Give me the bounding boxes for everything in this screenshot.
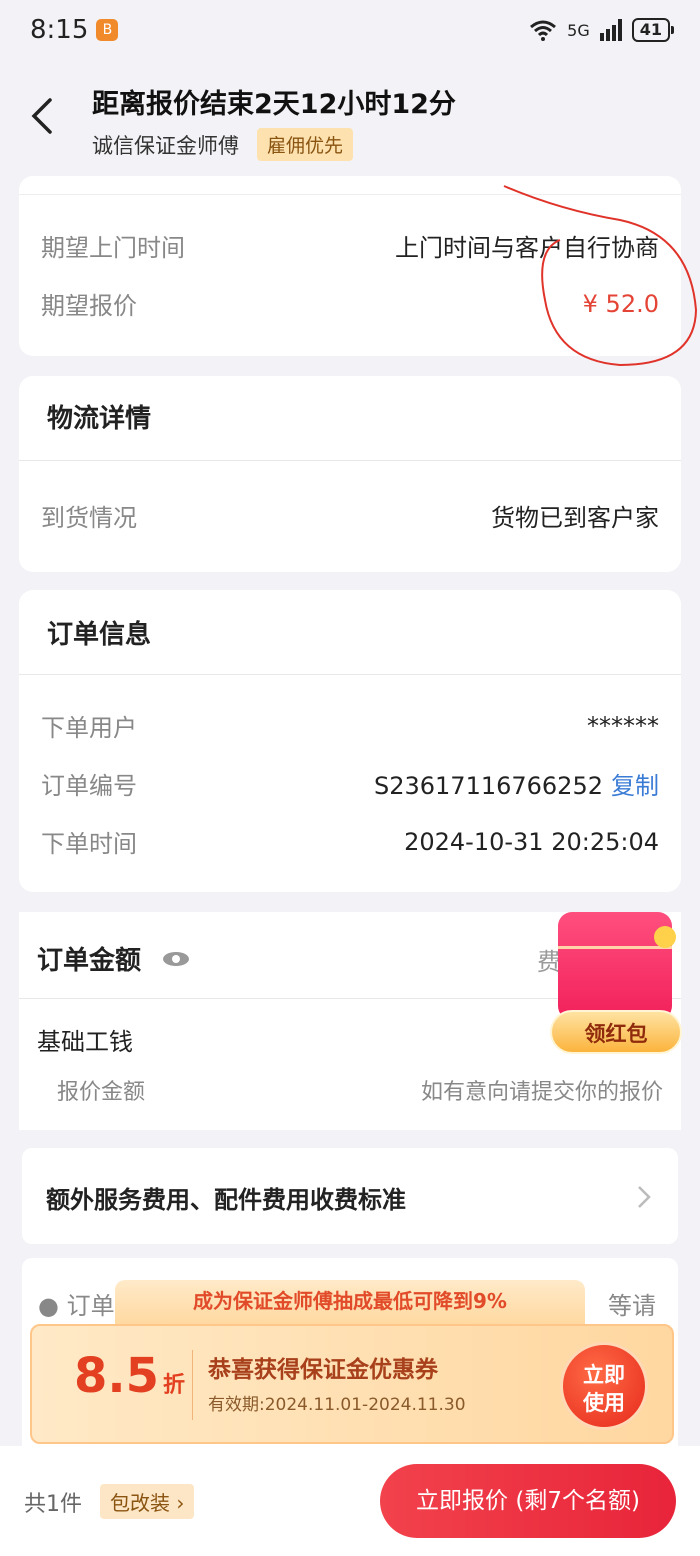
coupon-discount: 8.5 折 <box>74 1348 185 1404</box>
coupon-discount-unit: 折 <box>163 1373 186 1398</box>
order-time-label: 下单时间 <box>41 830 137 858</box>
coupon-title: 恭喜获得保证金优惠券 <box>208 1357 438 1383</box>
expected-price-label: 期望报价 <box>41 292 137 320</box>
copy-button[interactable]: 复制 <box>611 772 659 800</box>
network-type: 5G <box>567 20 590 40</box>
order-number-label: 订单编号 <box>41 772 137 800</box>
red-packet-label: 领红包 <box>550 1010 682 1054</box>
status-time: 8:15 <box>30 15 89 45</box>
arrival-value: 货物已到客户家 <box>491 504 659 532</box>
eye-icon[interactable] <box>161 949 191 969</box>
expected-price-row: 期望报价 ¥ 52.0 <box>41 286 659 321</box>
item-count: 共1件 <box>24 1492 82 1517</box>
expected-time-label: 期望上门时间 <box>41 234 185 262</box>
arrival-label: 到货情况 <box>41 504 137 532</box>
red-packet-widget[interactable]: 领红包 <box>550 912 682 1058</box>
note-text-right: 等请 <box>608 1292 656 1320</box>
page-title: 距离报价结束2天12小时12分 <box>92 89 456 120</box>
order-amount-title: 订单金额 <box>37 946 142 976</box>
package-tag[interactable]: 包改装 › <box>100 1484 195 1519</box>
header-subtitle-row: 诚信保证金师傅 雇佣优先 <box>92 128 354 161</box>
order-time-value: 2024-10-31 20:25:04 <box>404 827 659 856</box>
arrival-row: 到货情况 货物已到客户家 <box>41 498 659 533</box>
app-badge-icon: B <box>96 19 119 41</box>
expected-time-value: 上门时间与客户自行协商 <box>395 234 659 262</box>
coin-icon <box>654 926 676 948</box>
page-header: 距离报价结束2天12小时12分 诚信保证金师傅 雇佣优先 <box>0 60 700 170</box>
quote-amount-hint[interactable]: 如有意向请提交你的报价 <box>421 1074 663 1106</box>
order-number-value: S23617116766252 <box>373 772 603 800</box>
note-text-left: ● 订单 <box>38 1292 115 1320</box>
expected-time-row: 期望上门时间 上门时间与客户自行协商 <box>41 228 659 263</box>
logistics-title: 物流详情 <box>47 404 152 434</box>
appointment-card: 期望上门时间 上门时间与客户自行协商 期望报价 ¥ 52.0 <box>19 176 681 356</box>
order-info-card: 订单信息 下单用户 ****** 订单编号 S23617116766252 复制 … <box>19 590 681 892</box>
chevron-right-icon <box>638 1186 651 1208</box>
battery-icon: 41 <box>631 18 675 42</box>
signal-icon <box>599 19 622 41</box>
coupon-card[interactable]: 8.5 折 恭喜获得保证金优惠券 有效期:2024.11.01-2024.11.3… <box>30 1324 674 1444</box>
wifi-icon <box>530 20 557 41</box>
quote-amount-label: 报价金额 <box>57 1080 146 1105</box>
priority-tag: 雇佣优先 <box>257 128 354 161</box>
order-info-title: 订单信息 <box>47 620 152 650</box>
coupon-discount-value: 8.5 <box>74 1348 160 1404</box>
coupon-banner: 成为保证金师傅抽成最低可降到9% <box>115 1280 585 1326</box>
order-user-label: 下单用户 <box>41 714 137 742</box>
base-wage-label: 基础工钱 <box>37 1028 133 1056</box>
order-user-row: 下单用户 ****** <box>41 708 659 743</box>
logistics-card: 物流详情 到货情况 货物已到客户家 <box>19 376 681 572</box>
order-number-group: S23617116766252 复制 <box>374 766 659 801</box>
header-subtitle: 诚信保证金师傅 <box>92 133 239 158</box>
status-bar: 8:15 B 5G 41 <box>0 0 700 60</box>
bottom-action-bar: 共1件 包改装 › 立即报价 (剩7个名额) <box>0 1446 700 1556</box>
fee-standard-link[interactable]: 额外服务费用、配件费用收费标准 <box>22 1148 678 1244</box>
coupon-use-button[interactable]: 立即 使用 <box>560 1342 648 1430</box>
order-user-value: ****** <box>587 711 659 740</box>
submit-quote-button[interactable]: 立即报价 (剩7个名额) <box>380 1464 676 1538</box>
fee-standard-label: 额外服务费用、配件费用收费标准 <box>46 1186 406 1214</box>
status-icons: 5G 41 <box>529 18 675 42</box>
back-arrow-icon[interactable] <box>28 96 58 136</box>
order-time-row: 下单时间 2024-10-31 20:25:04 <box>41 824 659 859</box>
expected-price-value: ¥ 52.0 <box>582 289 659 318</box>
order-amount-header: 订单金额 <box>37 940 191 977</box>
coupon-validity: 有效期:2024.11.01-2024.11.30 <box>208 1395 466 1415</box>
order-number-row: 订单编号 S23617116766252 复制 <box>41 766 659 801</box>
